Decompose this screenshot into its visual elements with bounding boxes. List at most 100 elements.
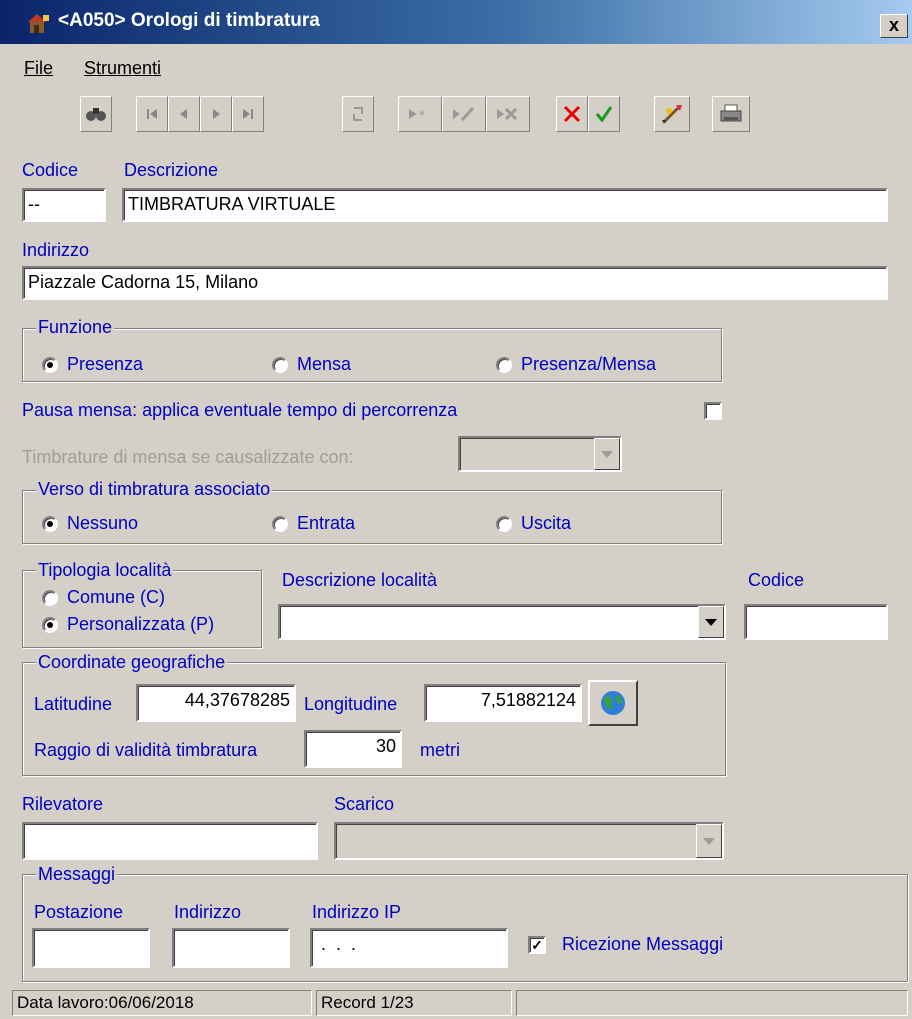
verso-legend: Verso di timbratura associato bbox=[36, 479, 273, 500]
app-clock-icon bbox=[28, 14, 49, 33]
toolbar-nav-group bbox=[136, 96, 264, 132]
checkmark-icon: ✓ bbox=[531, 937, 543, 953]
rilevatore-label: Rilevatore bbox=[22, 794, 104, 814]
delete-record-button[interactable] bbox=[486, 96, 530, 132]
geolocate-button[interactable] bbox=[588, 680, 638, 726]
refresh-button[interactable] bbox=[342, 96, 374, 132]
raggio-field[interactable]: 30 bbox=[304, 730, 402, 768]
edit-record-button[interactable] bbox=[442, 96, 486, 132]
radio-unselected-icon bbox=[272, 515, 288, 532]
scarico-combo[interactable] bbox=[334, 822, 724, 860]
print-button[interactable] bbox=[712, 96, 750, 132]
descrizione-field[interactable]: TIMBRATURA VIRTUALE bbox=[122, 188, 888, 222]
menu-file-label: File bbox=[24, 58, 54, 78]
messaggi-indirizzo-field[interactable] bbox=[172, 928, 290, 968]
tools-button[interactable] bbox=[654, 96, 690, 132]
new-record-icon: * bbox=[409, 108, 425, 121]
menu-file[interactable]: File bbox=[24, 58, 53, 79]
postazione-label: Postazione bbox=[34, 902, 124, 922]
verso-uscita-radio[interactable]: Uscita bbox=[496, 513, 571, 534]
first-icon bbox=[147, 109, 157, 119]
search-button[interactable] bbox=[80, 96, 112, 132]
toolbar-print-group bbox=[712, 96, 750, 132]
funzione-presenza-mensa-radio[interactable]: Presenza/Mensa bbox=[496, 354, 656, 375]
svg-text:*: * bbox=[419, 108, 425, 121]
raggio-unit: metri bbox=[420, 740, 460, 760]
coordinate-legend: Coordinate geografiche bbox=[36, 652, 228, 673]
dropdown-button[interactable] bbox=[696, 824, 722, 858]
globe-icon bbox=[601, 691, 625, 715]
funzione-legend: Funzione bbox=[36, 317, 115, 338]
indirizzo-ip-field[interactable]: . . . bbox=[310, 928, 508, 968]
radio-selected-icon bbox=[42, 616, 58, 633]
funzione-presenza-mensa-label: Presenza/Mensa bbox=[521, 354, 657, 374]
pausa-mensa-label: Pausa mensa: applica eventuale tempo di … bbox=[22, 400, 458, 420]
timbrature-mensa-combo[interactable] bbox=[458, 436, 622, 472]
radio-selected-icon bbox=[42, 515, 58, 532]
prev-record-button[interactable] bbox=[168, 96, 200, 132]
confirm-icon bbox=[595, 106, 613, 123]
confirm-button[interactable] bbox=[588, 96, 620, 132]
radio-unselected-icon bbox=[42, 589, 58, 606]
rilevatore-field[interactable] bbox=[22, 822, 318, 860]
tipologia-personalizzata-label: Personalizzata (P) bbox=[67, 614, 215, 634]
funzione-presenza-label: Presenza bbox=[67, 354, 144, 374]
tipologia-legend: Tipologia località bbox=[36, 560, 174, 581]
chevron-down-icon bbox=[601, 450, 613, 458]
cancel-button[interactable] bbox=[556, 96, 588, 132]
messaggi-legend: Messaggi bbox=[36, 864, 118, 885]
longitudine-label: Longitudine bbox=[304, 694, 398, 714]
close-icon: x bbox=[888, 15, 899, 35]
radio-selected-icon bbox=[42, 356, 58, 373]
chevron-down-icon bbox=[705, 618, 717, 626]
timbrature-mensa-label: Timbrature di mensa se causalizzate con: bbox=[22, 447, 354, 467]
dropdown-button[interactable] bbox=[698, 606, 724, 638]
tipologia-comune-label: Comune (C) bbox=[67, 587, 166, 607]
tipologia-personalizzata-radio[interactable]: Personalizzata (P) bbox=[42, 614, 214, 635]
messaggi-indirizzo-label: Indirizzo bbox=[174, 902, 242, 922]
toolbar-refresh-group bbox=[342, 96, 374, 132]
verso-nessuno-radio[interactable]: Nessuno bbox=[42, 513, 138, 534]
status-data-lavoro: Data lavoro:06/06/2018 bbox=[12, 990, 312, 1016]
codice-localita-label: Codice bbox=[748, 570, 805, 590]
codice-localita-field[interactable] bbox=[744, 604, 888, 640]
latitudine-label: Latitudine bbox=[34, 694, 113, 714]
last-record-button[interactable] bbox=[232, 96, 264, 132]
codice-field[interactable]: -- bbox=[22, 188, 106, 222]
indirizzo-field[interactable]: Piazzale Cadorna 15, Milano bbox=[22, 266, 888, 300]
tipologia-group bbox=[22, 570, 262, 648]
next-record-button[interactable] bbox=[200, 96, 232, 132]
longitudine-field[interactable]: 7,51882124 bbox=[424, 684, 582, 722]
menu-strumenti[interactable]: Strumenti bbox=[84, 58, 161, 79]
funzione-presenza-radio[interactable]: Presenza bbox=[42, 354, 143, 375]
status-record: Record 1/23 bbox=[316, 990, 512, 1016]
postazione-field[interactable] bbox=[32, 928, 150, 968]
descrizione-localita-combo[interactable] bbox=[278, 604, 726, 640]
last-icon bbox=[243, 109, 253, 119]
verso-entrata-radio[interactable]: Entrata bbox=[272, 513, 355, 534]
funzione-mensa-radio[interactable]: Mensa bbox=[272, 354, 351, 375]
dropdown-button[interactable] bbox=[594, 438, 620, 470]
search-icon bbox=[86, 108, 106, 121]
next-icon bbox=[213, 109, 220, 119]
scarico-label: Scarico bbox=[334, 794, 395, 814]
indirizzo-ip-label: Indirizzo IP bbox=[312, 902, 402, 922]
tipologia-comune-radio[interactable]: Comune (C) bbox=[42, 587, 165, 608]
chevron-down-icon bbox=[703, 837, 715, 845]
verso-entrata-label: Entrata bbox=[297, 513, 356, 533]
latitudine-field[interactable]: 44,37678285 bbox=[136, 684, 296, 722]
radio-unselected-icon bbox=[272, 356, 288, 373]
close-button[interactable]: x bbox=[880, 14, 908, 38]
new-record-button[interactable]: * bbox=[398, 96, 442, 132]
delete-record-icon bbox=[497, 107, 518, 121]
verso-nessuno-label: Nessuno bbox=[67, 513, 139, 533]
menu-strumenti-label: Strumenti bbox=[84, 58, 162, 78]
first-record-button[interactable] bbox=[136, 96, 168, 132]
ricezione-messaggi-checkbox[interactable]: ✓ bbox=[528, 936, 546, 954]
toolbar-confirm-group bbox=[556, 96, 620, 132]
descrizione-label: Descrizione bbox=[124, 160, 219, 180]
radio-unselected-icon bbox=[496, 515, 512, 532]
codice-label: Codice bbox=[22, 160, 79, 180]
pausa-mensa-checkbox[interactable] bbox=[704, 402, 722, 420]
window-title: <A050> Orologi di timbratura bbox=[58, 10, 320, 31]
